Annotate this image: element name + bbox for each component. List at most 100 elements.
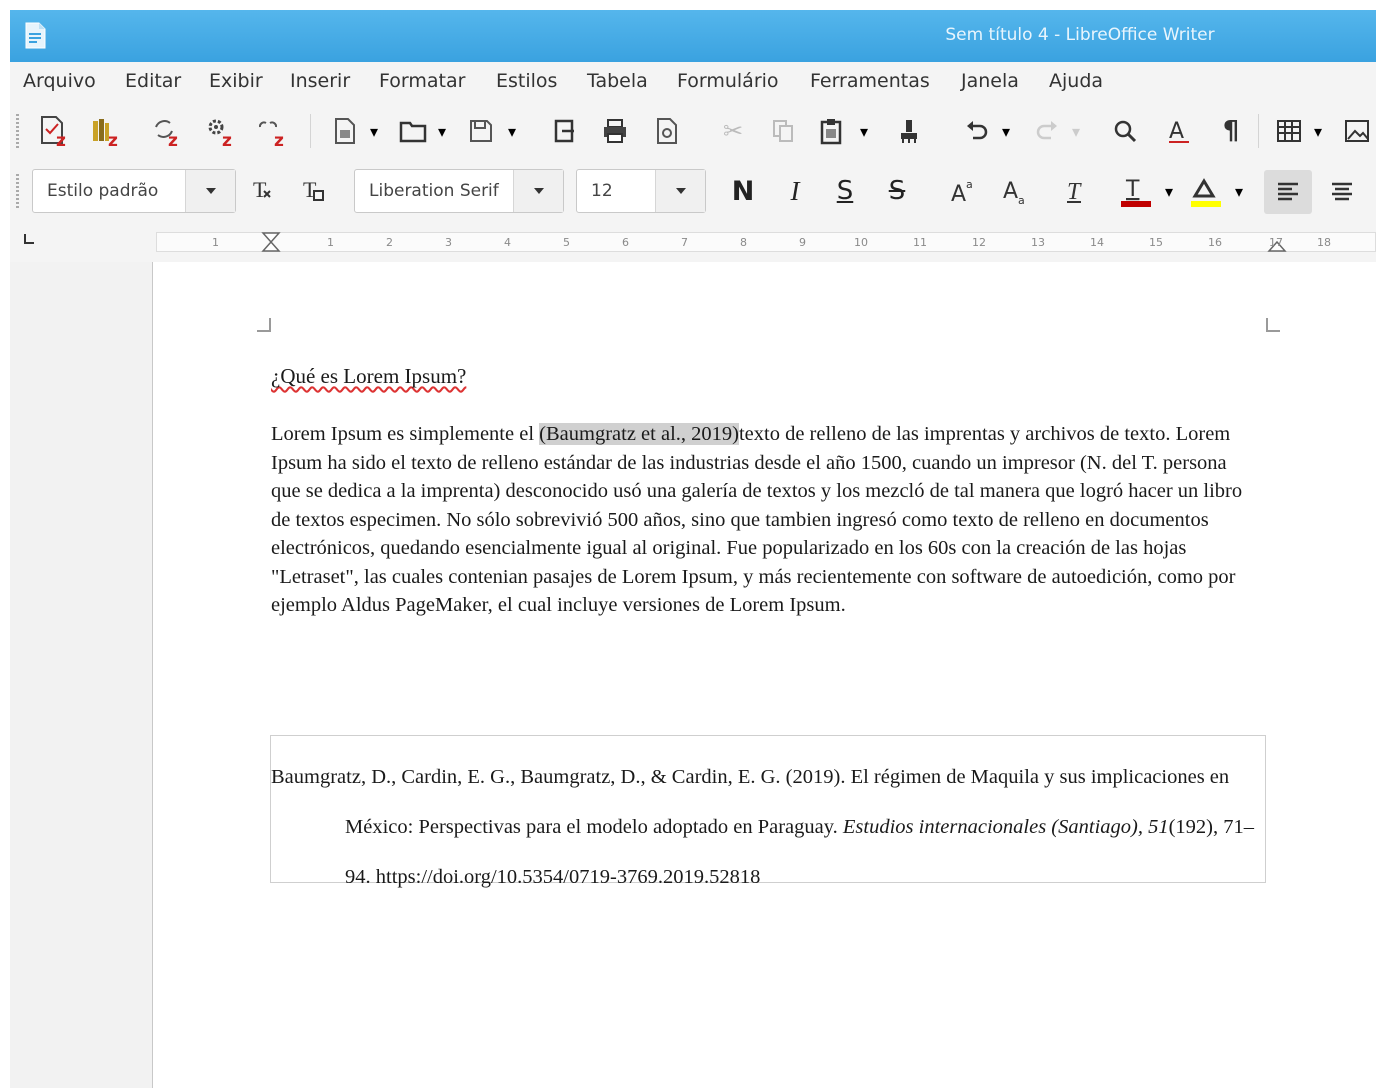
paragraph-style-combo[interactable]: Estilo padrão — [32, 169, 236, 213]
zotero-insert-citation-icon[interactable]: z — [34, 112, 74, 150]
save-dropdown-icon[interactable]: ▾ — [504, 114, 520, 148]
svg-text:z: z — [56, 131, 66, 149]
menu-bar: Arquivo Editar Exibir Inserir Formatar E… — [10, 62, 1376, 102]
font-name-combo[interactable]: Liberation Serif — [354, 169, 564, 213]
paste-icon[interactable] — [814, 114, 848, 148]
menu-formulario[interactable]: Formulário — [677, 70, 779, 92]
print-icon[interactable] — [598, 114, 632, 148]
font-color-dropdown-icon[interactable]: ▾ — [1162, 174, 1176, 208]
print-preview-icon[interactable] — [650, 114, 684, 148]
menu-tabela[interactable]: Tabela — [587, 70, 648, 92]
menu-estilos[interactable]: Estilos — [496, 70, 557, 92]
table-dropdown-icon[interactable]: ▾ — [1310, 114, 1326, 148]
ruler-tick: 18 — [1317, 236, 1331, 249]
standard-toolbar: z z z z z ▾ ▾ ▾ ✂ ▾ ▾ ▾ A ¶ ▾ — [10, 102, 1376, 160]
chevron-down-icon[interactable] — [185, 170, 235, 212]
ruler-tick: 6 — [622, 236, 629, 249]
svg-text:z: z — [108, 131, 118, 149]
menu-inserir[interactable]: Inserir — [290, 70, 350, 92]
ruler-tick: 17 — [1269, 236, 1283, 249]
font-name-value: Liberation Serif — [369, 181, 499, 201]
paragraph-style-value: Estilo padrão — [47, 181, 159, 201]
text-boundary-corner — [257, 318, 271, 332]
open-folder-icon[interactable] — [396, 114, 430, 148]
cut-icon[interactable]: ✂ — [716, 114, 750, 148]
find-replace-icon[interactable] — [1108, 114, 1142, 148]
paragraph-text-rest: texto de relleno de las imprentas y arch… — [271, 423, 1243, 616]
svg-text:z: z — [168, 131, 178, 149]
font-size-value: 12 — [591, 181, 613, 201]
toolbar-grip[interactable] — [16, 174, 19, 210]
new-document-icon[interactable] — [328, 114, 362, 148]
zotero-insert-bibliography-icon[interactable]: z — [86, 112, 126, 150]
export-pdf-icon[interactable] — [548, 114, 582, 148]
new-style-icon[interactable]: T — [296, 174, 330, 208]
left-indent-marker[interactable] — [261, 232, 281, 252]
heading-text: ¿Qué es Lorem Ipsum? — [271, 364, 467, 388]
underline-icon[interactable]: S — [828, 174, 862, 208]
redo-icon[interactable] — [1030, 114, 1064, 148]
strikethrough-icon[interactable]: S — [880, 174, 914, 208]
chevron-down-icon[interactable] — [513, 170, 563, 212]
menu-formatar[interactable]: Formatar — [379, 70, 465, 92]
toolbar-grip[interactable] — [16, 114, 19, 148]
zotero-unlink-icon[interactable]: z — [252, 112, 292, 150]
align-left-icon[interactable] — [1264, 170, 1312, 214]
subscript-icon[interactable]: Aa — [998, 174, 1032, 208]
update-style-icon[interactable]: T — [246, 174, 280, 208]
toolbar-separator — [310, 114, 311, 148]
ruler-tick: 1 — [327, 236, 334, 249]
insert-image-icon[interactable] — [1340, 114, 1374, 148]
save-icon[interactable] — [464, 114, 498, 148]
copy-icon[interactable] — [766, 114, 800, 148]
document-heading[interactable]: ¿Qué es Lorem Ipsum? — [271, 364, 466, 389]
svg-text:T: T — [253, 177, 267, 202]
redo-dropdown-icon[interactable]: ▾ — [1068, 114, 1084, 148]
superscript-icon[interactable]: Aa — [946, 174, 980, 208]
clear-formatting-icon[interactable]: T — [1060, 174, 1094, 208]
zotero-refresh-icon[interactable]: z — [146, 112, 186, 150]
highlight-dropdown-icon[interactable]: ▾ — [1232, 174, 1246, 208]
tab-stop-type-icon[interactable] — [24, 234, 34, 244]
paragraph-text-start: Lorem Ipsum es simplemente el — [271, 423, 540, 445]
italic-icon[interactable]: I — [778, 174, 812, 208]
clone-formatting-icon[interactable] — [892, 114, 926, 148]
document-paragraph[interactable]: Lorem Ipsum es simplemente el (Baumgratz… — [271, 420, 1256, 620]
font-size-combo[interactable]: 12 — [576, 169, 706, 213]
insert-table-icon[interactable] — [1272, 114, 1306, 148]
menu-janela[interactable]: Janela — [961, 70, 1019, 92]
citation-field[interactable]: (Baumgratz et al., 2019) — [539, 423, 739, 445]
ruler-tick: 1 — [212, 236, 219, 249]
menu-ferramentas[interactable]: Ferramentas — [810, 70, 930, 92]
highlight-color-icon[interactable] — [1186, 172, 1224, 210]
zotero-document-preferences-icon[interactable]: z — [200, 112, 240, 150]
menu-editar[interactable]: Editar — [125, 70, 181, 92]
window-title: Sem título 4 - LibreOffice Writer — [945, 25, 1215, 45]
formatting-marks-icon[interactable]: ¶ — [1214, 114, 1248, 148]
spelling-icon[interactable]: A — [1162, 114, 1196, 148]
ruler-tick: 8 — [740, 236, 747, 249]
svg-text:a: a — [966, 178, 973, 191]
bold-icon[interactable]: N — [726, 174, 760, 208]
svg-text:A: A — [951, 182, 966, 205]
undo-dropdown-icon[interactable]: ▾ — [998, 114, 1014, 148]
title-bar: Sem título 4 - LibreOffice Writer — [10, 10, 1376, 62]
bibliography-entry[interactable]: Baumgratz, D., Cardin, E. G., Baumgratz,… — [271, 752, 1263, 902]
writer-app-icon[interactable] — [24, 22, 46, 49]
formatting-toolbar: Estilo padrão T T Liberation Serif 12 N … — [10, 160, 1376, 224]
menu-ajuda[interactable]: Ajuda — [1049, 70, 1103, 92]
ruler-tick: 2 — [386, 236, 393, 249]
menu-exibir[interactable]: Exibir — [209, 70, 263, 92]
horizontal-ruler[interactable]: 1 1 2 3 4 5 6 7 8 9 10 11 12 13 14 15 16… — [156, 232, 1376, 252]
font-color-icon[interactable]: T — [1116, 172, 1154, 210]
chevron-down-icon[interactable] — [655, 170, 705, 212]
ruler-tick: 11 — [913, 236, 927, 249]
paste-dropdown-icon[interactable]: ▾ — [856, 114, 872, 148]
align-center-icon[interactable] — [1322, 170, 1362, 214]
undo-icon[interactable] — [960, 114, 994, 148]
menu-arquivo[interactable]: Arquivo — [23, 70, 96, 92]
open-dropdown-icon[interactable]: ▾ — [434, 114, 450, 148]
ruler-bar: 1 1 2 3 4 5 6 7 8 9 10 11 12 13 14 15 16… — [10, 224, 1376, 262]
bibliography-journal: Estudios internacionales (Santiago), 51 — [842, 816, 1169, 838]
new-dropdown-icon[interactable]: ▾ — [366, 114, 382, 148]
